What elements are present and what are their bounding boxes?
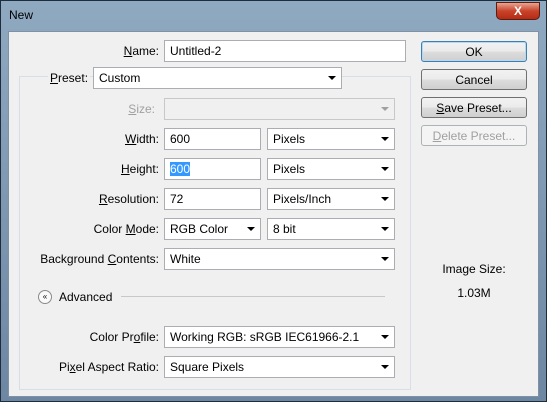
chevron-down-icon	[381, 227, 389, 231]
delete-preset-button[interactable]: Delete Preset...	[421, 125, 527, 146]
color-mode-select[interactable]: RGB Color	[164, 218, 261, 240]
title-bar[interactable]: New X	[1, 1, 546, 31]
advanced-label[interactable]: Advanced	[59, 290, 112, 304]
chevron-down-icon	[381, 167, 389, 171]
ok-button[interactable]: OK	[421, 41, 527, 62]
new-document-dialog: New X Name: Untitled-2 Preset: Custom Si…	[0, 0, 547, 402]
height-unit-value: Pixels	[273, 162, 306, 176]
color-mode-value: RGB Color	[170, 222, 229, 236]
width-label: Width:	[124, 132, 159, 146]
width-unit-select[interactable]: Pixels	[267, 128, 395, 150]
chevron-down-icon	[381, 257, 389, 261]
height-unit-select[interactable]: Pixels	[267, 158, 395, 180]
preset-value: Custom	[99, 71, 141, 85]
preset-select[interactable]: Custom	[93, 67, 342, 89]
color-profile-select[interactable]: Working RGB: sRGB IEC61966-2.1	[164, 326, 395, 348]
background-contents-label: Background Contents:	[40, 252, 159, 266]
height-input[interactable]: 600	[164, 158, 261, 180]
height-value-selected: 600	[170, 162, 191, 176]
close-icon: X	[513, 4, 522, 18]
color-profile-value: Working RGB: sRGB IEC61966-2.1	[170, 330, 360, 344]
chevron-down-icon	[381, 365, 389, 369]
save-preset-button[interactable]: Save Preset...	[421, 97, 527, 118]
chevron-down-icon	[381, 335, 389, 339]
image-size-value: 1.03M	[457, 286, 491, 300]
width-input[interactable]: 600	[164, 128, 261, 150]
bit-depth-select[interactable]: 8 bit	[267, 218, 395, 240]
color-mode-label: Color Mode:	[93, 222, 159, 236]
chevron-up-icon: «	[42, 292, 48, 301]
size-label: Size:	[128, 102, 155, 116]
chevron-down-icon	[328, 76, 336, 80]
width-unit-value: Pixels	[273, 132, 306, 146]
height-label: Height:	[120, 162, 159, 176]
cancel-button[interactable]: Cancel	[421, 69, 527, 90]
chevron-down-icon	[381, 137, 389, 141]
advanced-divider	[121, 296, 385, 297]
dialog-title: New	[9, 8, 34, 22]
resolution-unit-value: Pixels/Inch	[273, 192, 332, 206]
resolution-unit-select[interactable]: Pixels/Inch	[267, 188, 395, 210]
resolution-input[interactable]: 72	[164, 188, 261, 210]
pixel-aspect-ratio-select[interactable]: Square Pixels	[164, 356, 395, 378]
resolution-label: Resolution:	[98, 192, 159, 206]
chevron-down-icon	[381, 107, 389, 111]
chevron-down-icon	[381, 197, 389, 201]
image-size-label: Image Size:	[442, 262, 506, 276]
chevron-down-icon	[247, 227, 255, 231]
pixel-aspect-ratio-label: Pixel Aspect Ratio:	[58, 360, 159, 374]
preset-label: Preset:	[48, 71, 91, 85]
color-profile-label: Color Profile:	[89, 330, 159, 344]
pixel-aspect-ratio-value: Square Pixels	[170, 360, 245, 374]
background-contents-select[interactable]: White	[164, 248, 395, 270]
size-select[interactable]	[164, 98, 395, 120]
close-button[interactable]: X	[496, 2, 540, 20]
dialog-body: Name: Untitled-2 Preset: Custom Size: Wi…	[8, 31, 539, 397]
name-input[interactable]: Untitled-2	[164, 40, 406, 62]
name-label: Name:	[123, 44, 159, 58]
advanced-toggle-button[interactable]: «	[38, 290, 52, 304]
bit-depth-value: 8 bit	[273, 222, 296, 236]
background-contents-value: White	[170, 252, 201, 266]
